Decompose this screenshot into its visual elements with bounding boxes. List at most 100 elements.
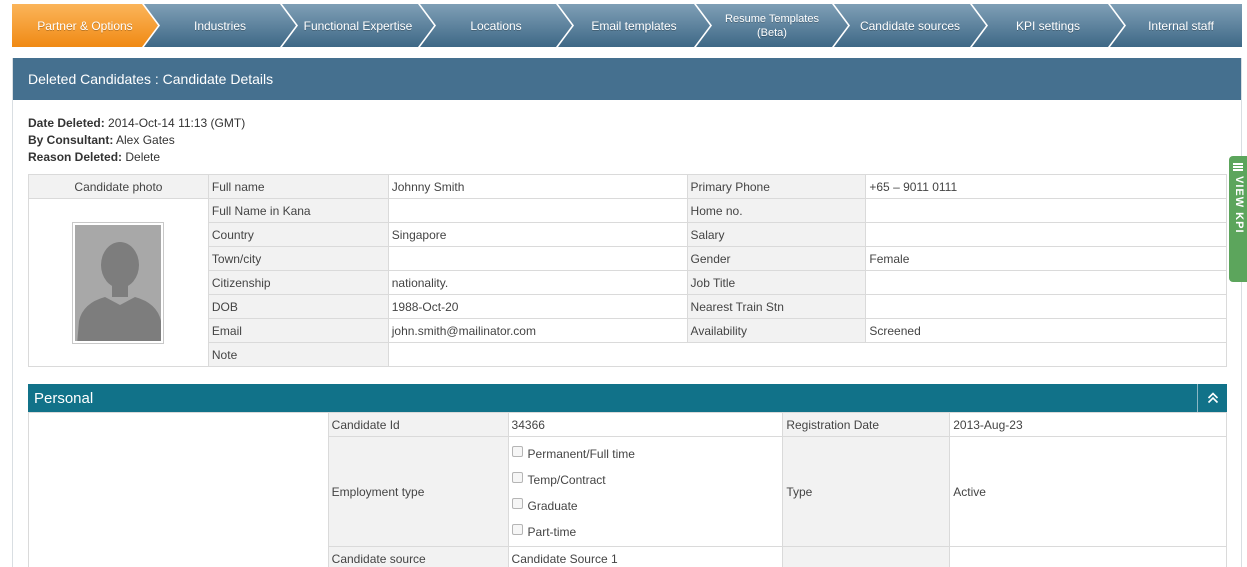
field-label: Availability [686, 318, 867, 343]
option-label: Temp/Contract [527, 472, 606, 487]
field-value: john.smith@mailinator.com [387, 318, 688, 343]
field-label: Home no. [686, 198, 867, 223]
view-kpi-label: VIEW KPI [1233, 176, 1245, 234]
tab-label: Industries [193, 18, 247, 33]
tab-label: Candidate sources [859, 18, 961, 33]
field-value [865, 294, 1227, 319]
photo-cell [28, 198, 209, 367]
table-row: Full Name in Kana Home no. [28, 198, 1227, 367]
checkbox[interactable] [511, 524, 523, 535]
personal-table: Candidate Id 34366 Registration Date 201… [28, 412, 1227, 567]
table-row: Citizenship nationality. Job Title [29, 270, 1227, 295]
table-row: Note [29, 342, 1228, 367]
candidate-id-value: 34366 [507, 412, 784, 437]
field-value: Johnny Smith [387, 174, 688, 199]
option-label: Part-time [527, 524, 577, 539]
checkbox[interactable] [511, 446, 523, 457]
checkbox[interactable] [511, 498, 523, 509]
personal-section-header: Personal [28, 384, 1227, 412]
field-value [865, 222, 1227, 247]
employment-type-options: Permanent/Full time Temp/Contract Gradua… [507, 436, 784, 547]
tab-label-line1: Resume Templates [725, 12, 819, 25]
field-label: Citizenship [207, 270, 389, 295]
field-value: nationality. [387, 270, 688, 295]
tab-kpi-settings[interactable]: KPI settings [972, 4, 1124, 47]
type-value: Active [949, 436, 1227, 547]
field-label: Gender [686, 246, 867, 271]
table-row: Email john.smith@mailinator.com Availabi… [29, 318, 1227, 343]
registration-date-label: Registration Date [782, 412, 951, 437]
field-value: Female [865, 246, 1227, 271]
candidate-id-label: Candidate Id [327, 412, 509, 437]
table-row: Candidate Id 34366 Registration Date 201… [28, 412, 1227, 567]
wizard-tabs: Partner & Options Industries Functional … [12, 4, 1242, 48]
tab-label: Partner & Options [37, 18, 133, 33]
field-label: Salary [686, 222, 867, 247]
reason-value: Delete [125, 150, 161, 164]
field-value: Singapore [387, 222, 688, 247]
tab-label: Email templates [591, 18, 677, 33]
employment-option[interactable]: Graduate [511, 493, 780, 519]
candidate-source-label: Candidate source [327, 546, 509, 567]
tab-email-templates[interactable]: Email templates [558, 4, 710, 47]
employment-option[interactable]: Permanent/Full time [511, 441, 780, 467]
field-label: Country [207, 222, 389, 247]
date-deleted-value: 2014-Oct-14 11:13 (GMT) [108, 116, 246, 130]
photo-label: Candidate photo [28, 174, 209, 199]
empty-value [949, 546, 1227, 567]
tab-label: KPI settings [1015, 18, 1081, 33]
note-label: Note [207, 342, 389, 367]
field-value: Screened [865, 318, 1227, 343]
option-label: Permanent/Full time [527, 446, 635, 461]
employment-option[interactable]: Part-time [511, 519, 780, 545]
candidate-source-value: Candidate Source 1 [507, 546, 784, 567]
checkbox[interactable] [511, 472, 523, 483]
candidate-photo [72, 221, 165, 344]
double-chevron-up-icon [1207, 392, 1218, 404]
tab-locations[interactable]: Locations [420, 4, 572, 47]
registration-date-value: 2013-Aug-23 [949, 412, 1227, 437]
consultant-label: By Consultant: [28, 133, 114, 147]
field-value [387, 246, 688, 271]
consultant-value: Alex Gates [116, 133, 175, 147]
reason-label: Reason Deleted: [28, 150, 123, 164]
tab-internal-staff[interactable]: Internal staff [1110, 4, 1242, 47]
field-value: +65 – 9011 0111 [865, 174, 1227, 199]
consultant-row: By Consultant: Alex Gates [28, 132, 245, 149]
tab-industries[interactable]: Industries [144, 4, 296, 47]
tab-resume-templates[interactable]: Resume Templates (Beta) [696, 4, 848, 47]
tab-label: Locations [470, 18, 522, 33]
field-label: Town/city [207, 246, 389, 271]
field-label: Nearest Train Stn [686, 294, 867, 319]
collapse-button[interactable] [1197, 384, 1227, 412]
tab-candidate-sources[interactable]: Candidate sources [834, 4, 986, 47]
field-label: Full Name in Kana [207, 198, 389, 223]
reason-row: Reason Deleted: Delete [28, 149, 245, 166]
tab-partner-options[interactable]: Partner & Options [12, 4, 158, 47]
view-kpi-tab[interactable]: VIEW KPI [1229, 156, 1247, 282]
field-label: Job Title [686, 270, 867, 295]
person-silhouette-icon [77, 241, 162, 341]
date-deleted-row: Date Deleted: 2014-Oct-14 11:13 (GMT) [28, 115, 245, 132]
candidate-details-panel: Deleted Candidates : Candidate Details D… [12, 58, 1242, 567]
deletion-info: Date Deleted: 2014-Oct-14 11:13 (GMT) By… [28, 115, 245, 166]
tab-functional-expertise[interactable]: Functional Expertise [282, 4, 434, 47]
field-value [387, 198, 688, 223]
tab-label: Internal staff [1148, 18, 1214, 33]
section-title: Personal [34, 389, 94, 407]
date-deleted-label: Date Deleted: [28, 116, 105, 130]
table-row: Country Singapore Salary [29, 222, 1227, 247]
field-value: 1988-Oct-20 [387, 294, 688, 319]
field-label: Primary Phone [686, 174, 867, 199]
employment-option[interactable]: Temp/Contract [511, 467, 780, 493]
table-row: DOB 1988-Oct-20 Nearest Train Stn [29, 294, 1227, 319]
table-row: Town/city Gender Female [29, 246, 1227, 271]
note-value [387, 342, 1228, 367]
field-value [865, 198, 1227, 223]
page-title: Deleted Candidates : Candidate Details [13, 58, 1241, 100]
field-value [865, 270, 1227, 295]
tab-label: Resume Templates (Beta) [725, 12, 819, 40]
tab-label-line2: (Beta) [757, 26, 787, 39]
candidate-details-table: Candidate photo Full name Johnny Smith P… [28, 174, 1228, 367]
bar-chart-icon [1233, 163, 1243, 171]
